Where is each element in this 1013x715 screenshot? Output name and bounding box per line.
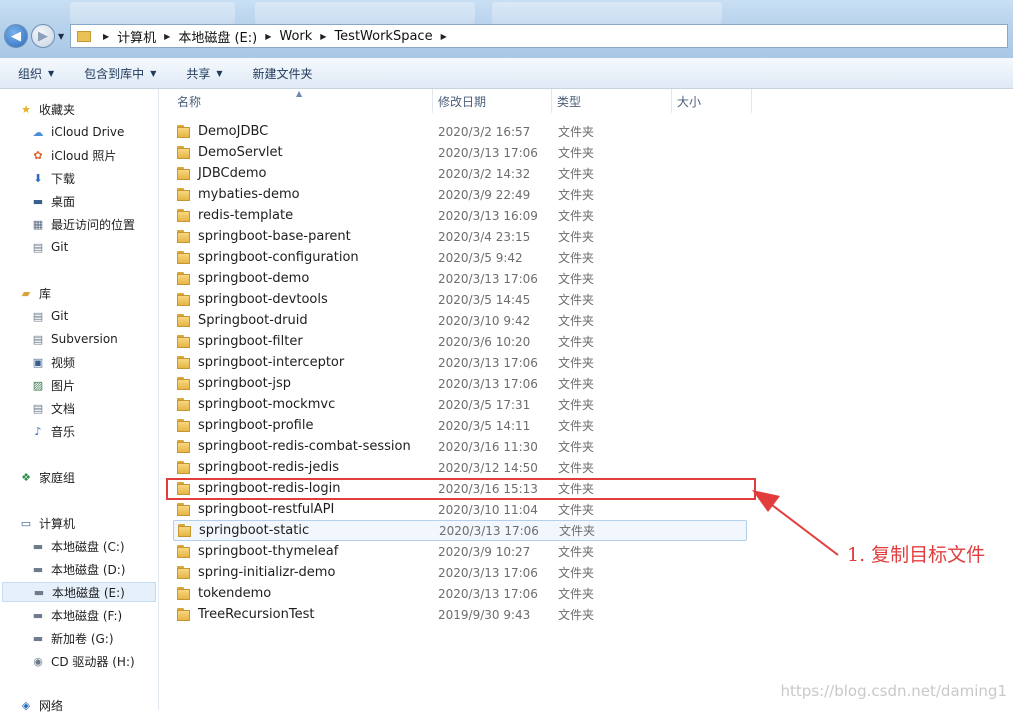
watermark: https://blog.csdn.net/daming1 [780, 682, 1007, 700]
annotation-arrow [752, 490, 839, 556]
annotation-label: 1. 复制目标文件 [847, 544, 986, 566]
